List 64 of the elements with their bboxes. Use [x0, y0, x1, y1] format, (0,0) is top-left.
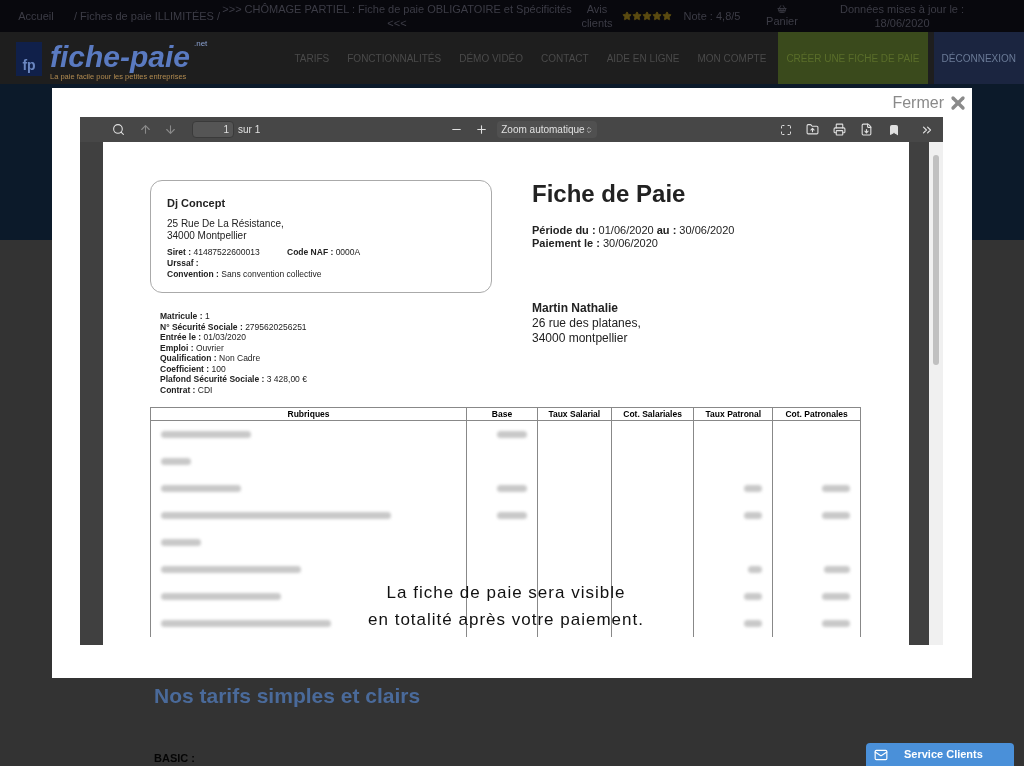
convention-text: Convention : Sans convention collective — [167, 268, 323, 280]
support-button[interactable]: Service Clients — [866, 743, 1014, 766]
employee-info: Emploi : Ouvrier — [160, 342, 225, 353]
blurred-text — [821, 485, 850, 492]
employee-name: Martin Nathalie — [532, 301, 619, 316]
column-header: Rubriques — [286, 408, 331, 420]
folder-icon[interactable] — [806, 123, 819, 136]
employee-info: Entrée le : 01/03/2020 — [160, 332, 247, 343]
urssaf-text: Urssaf : — [167, 257, 200, 269]
siret-text: Siret : 41487522600013 — [167, 246, 261, 258]
basket-icon — [777, 4, 787, 14]
arrow-down-icon[interactable] — [164, 123, 177, 136]
column-header: Base — [466, 408, 537, 420]
company-name: Dj Concept — [167, 196, 227, 211]
employee-address: 34000 montpellier — [532, 331, 629, 346]
employee-info: Coefficient : 100 — [160, 363, 227, 374]
blurred-text — [823, 566, 850, 573]
close-button[interactable]: Fermer — [892, 90, 968, 115]
blurred-text — [496, 485, 527, 492]
payment-notice: en totalité après votre paiement. — [368, 609, 644, 631]
employee-info: N° Sécurité Sociale : 2795620256251 — [160, 321, 308, 332]
employee-address: 26 rue des platanes, — [532, 316, 641, 331]
mail-icon — [874, 747, 888, 762]
document-title: Fiche de Paie — [532, 180, 687, 208]
fullscreen-icon[interactable] — [780, 123, 792, 136]
column-header: Taux Patronal — [693, 408, 773, 420]
blurred-text — [821, 512, 850, 519]
blurred-text — [821, 620, 850, 627]
employee-info: Matricule : 1 — [160, 311, 211, 322]
employee-info: Plafond Sécurité Sociale : 3 428,00 € — [160, 374, 308, 385]
blurred-text — [496, 512, 527, 519]
arrow-up-icon[interactable] — [139, 123, 152, 136]
blurred-text — [748, 566, 763, 573]
search-icon[interactable] — [112, 123, 125, 136]
period-text: Période du : 01/06/2020 au : 30/06/2020 — [532, 224, 735, 237]
blurred-text — [744, 593, 763, 600]
cart-link[interactable]: Panier — [747, 4, 817, 28]
print-icon[interactable] — [833, 123, 846, 136]
payment-notice: La fiche de paie sera visible — [386, 582, 626, 604]
page-input[interactable]: 1 — [192, 121, 234, 138]
column-header: Cot. Salariales — [610, 408, 694, 420]
blurred-text — [161, 539, 201, 546]
naf-text: Code NAF : 0000A — [287, 246, 361, 258]
company-address: 25 Rue De La Résistance, — [167, 217, 285, 230]
section-heading: Nos tarifs simples et clairs — [154, 683, 422, 709]
payment-text: Paiement le : 30/06/2020 — [532, 237, 659, 250]
blurred-text — [744, 485, 763, 492]
employee-info: Contrat : CDI — [160, 384, 214, 395]
blurred-text — [496, 431, 527, 438]
page-count: sur 1 — [238, 123, 261, 137]
bookmark-icon[interactable] — [888, 123, 900, 136]
column-header: Cot. Patronales — [772, 408, 860, 420]
zoom-select[interactable]: Zoom automatique — [497, 121, 597, 138]
download-icon[interactable] — [860, 123, 873, 136]
company-address: 34000 Montpellier — [167, 229, 248, 242]
zoom-in-icon[interactable] — [475, 123, 489, 136]
blurred-text — [744, 620, 763, 627]
blurred-text — [744, 512, 763, 519]
blurred-text — [161, 458, 191, 465]
nav-link[interactable]: Accueil — [0, 9, 72, 23]
blurred-text — [821, 593, 850, 600]
nav-link[interactable]: DÉCONNEXION — [933, 32, 1024, 84]
employee-info: Qualification : Non Cadre — [160, 353, 262, 364]
column-header: Taux Salarial — [536, 408, 611, 420]
